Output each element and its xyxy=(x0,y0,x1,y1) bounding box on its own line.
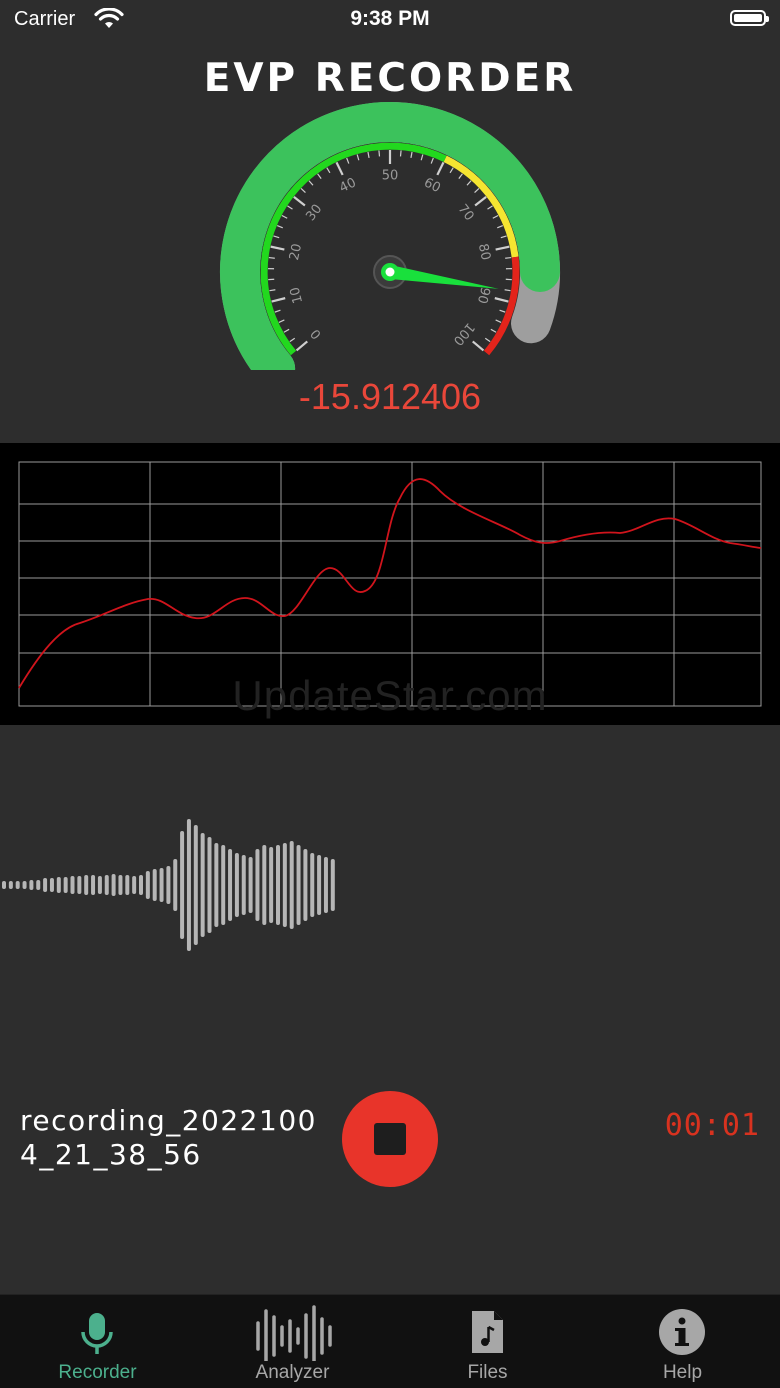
gauge-needle-dot xyxy=(386,268,395,277)
gauge-minor-tick xyxy=(318,174,322,179)
gauge-minor-tick xyxy=(379,151,380,157)
app-title: EVP RECORDER xyxy=(0,56,780,101)
gauge-minor-tick xyxy=(273,236,279,238)
gauge-scale-label: 50 xyxy=(382,169,399,184)
gauge-minor-tick xyxy=(275,310,281,312)
gauge-minor-tick xyxy=(488,206,493,209)
gauge-minor-tick xyxy=(421,154,423,160)
recording-file-name: recording_20221004_21_38_56 xyxy=(20,1104,320,1172)
status-time: 9:38 PM xyxy=(0,7,780,31)
gauge-major-tick xyxy=(473,341,484,350)
stop-icon xyxy=(374,1123,406,1155)
gauge-major-tick xyxy=(297,341,308,350)
gauge-minor-tick xyxy=(284,329,289,332)
music-file-icon xyxy=(390,1301,585,1361)
waveform-icon xyxy=(195,1301,390,1361)
gauge-minor-tick xyxy=(467,181,471,185)
gauge-minor-tick xyxy=(277,226,283,228)
gauge-minor-tick xyxy=(368,152,369,158)
gauge-minor-tick xyxy=(269,258,275,259)
gauge-major-tick xyxy=(437,162,443,175)
gauge-scale-label: 20 xyxy=(287,242,305,261)
gauge-scale-label: 100 xyxy=(450,319,477,348)
tab-label: Files xyxy=(390,1362,585,1384)
gauge-minor-tick xyxy=(401,151,402,157)
gauge-minor-tick xyxy=(357,154,359,160)
tab-label: Help xyxy=(585,1362,780,1384)
gauge-major-tick xyxy=(475,197,486,206)
gauge-minor-tick xyxy=(496,320,501,322)
gauge-minor-tick xyxy=(497,226,503,228)
tab-help[interactable]: Help xyxy=(585,1295,780,1388)
gauge-scale-label: 30 xyxy=(303,202,325,224)
gauge-major-tick xyxy=(496,247,510,250)
gauge-minor-tick xyxy=(287,206,292,209)
gauge-minor-tick xyxy=(501,236,507,238)
gauge-minor-tick xyxy=(301,188,305,192)
gauge-minor-tick xyxy=(290,338,295,341)
stop-button[interactable] xyxy=(342,1091,438,1187)
gauge-major-tick xyxy=(294,197,305,206)
gauge-minor-tick xyxy=(327,168,330,173)
gauge-minor-tick xyxy=(493,215,498,218)
gauge-scale-label: 40 xyxy=(337,175,358,196)
gauge-minor-tick xyxy=(269,290,275,291)
tab-label: Recorder xyxy=(0,1362,195,1384)
gauge-minor-tick xyxy=(491,329,496,332)
meter-reading: -15.912406 xyxy=(0,376,780,418)
gauge-minor-tick xyxy=(500,310,506,312)
gauge-minor-tick xyxy=(282,215,287,218)
gauge-scale-label: 70 xyxy=(455,202,477,224)
recording-timer: 00:01 xyxy=(665,1108,760,1143)
gauge-scale-label: 90 xyxy=(474,285,493,305)
tab-label: Analyzer xyxy=(195,1362,390,1384)
tab-bar: Recorder Analyzer Fil xyxy=(0,1294,780,1388)
gauge-minor-tick xyxy=(279,320,284,322)
level-gauge: 0 10 20 30 40 50 60 70 80 90 100 xyxy=(210,100,570,370)
gauge-minor-tick xyxy=(475,188,479,192)
recording-waveform xyxy=(0,815,360,955)
gauge-major-tick xyxy=(271,247,285,250)
signal-line xyxy=(19,479,761,688)
gauge-scale-label: 80 xyxy=(475,242,493,261)
info-icon xyxy=(585,1301,780,1361)
tab-analyzer[interactable]: Analyzer xyxy=(195,1295,390,1388)
gauge-major-tick xyxy=(272,298,286,301)
gauge-minor-tick xyxy=(347,158,349,164)
gauge-needle-pointer xyxy=(389,265,499,289)
mic-icon xyxy=(0,1301,195,1361)
gauge-minor-tick xyxy=(411,152,412,158)
gauge-minor-tick xyxy=(431,158,433,164)
gauge-scale-label: 10 xyxy=(288,285,307,305)
gauge-minor-tick xyxy=(505,258,511,259)
gauge-scale-label: 60 xyxy=(421,175,442,196)
gauge-minor-tick xyxy=(450,168,453,173)
battery-icon xyxy=(730,10,766,26)
gauge-minor-tick xyxy=(459,174,463,179)
gauge-rim-red xyxy=(487,257,516,353)
gauge-major-tick xyxy=(495,298,509,301)
gauge-minor-tick xyxy=(485,338,490,341)
gauge-major-tick xyxy=(337,162,343,175)
tab-recorder[interactable]: Recorder xyxy=(0,1295,195,1388)
watermark: UpdateStar.com xyxy=(0,672,780,720)
gauge-minor-tick xyxy=(505,290,511,291)
status-bar: Carrier 9:38 PM xyxy=(0,0,780,40)
gauge-scale-label: 0 xyxy=(308,326,325,342)
gauge-minor-tick xyxy=(309,181,313,185)
tab-files[interactable]: Files xyxy=(390,1295,585,1388)
